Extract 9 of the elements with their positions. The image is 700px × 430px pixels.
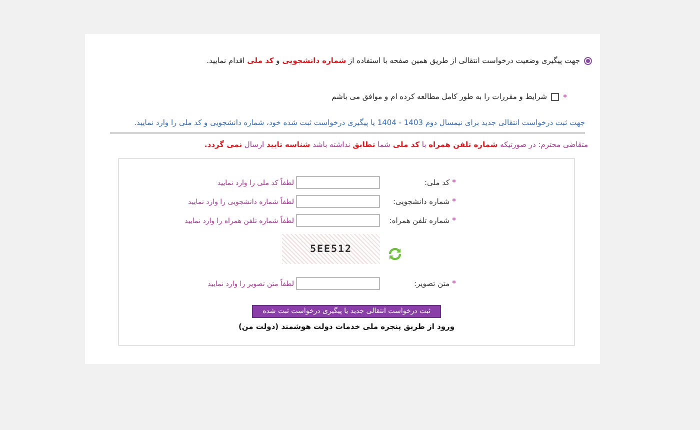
- required-mark: *: [563, 92, 567, 102]
- refresh-icon[interactable]: [388, 247, 402, 261]
- terms-checkbox[interactable]: [551, 93, 559, 101]
- captcha-image: 5EE512: [282, 234, 380, 264]
- input-field[interactable]: [296, 176, 380, 189]
- input-field[interactable]: [296, 195, 380, 208]
- radio-button[interactable]: [584, 57, 592, 65]
- input-field[interactable]: [296, 214, 380, 227]
- input-field[interactable]: [296, 277, 380, 290]
